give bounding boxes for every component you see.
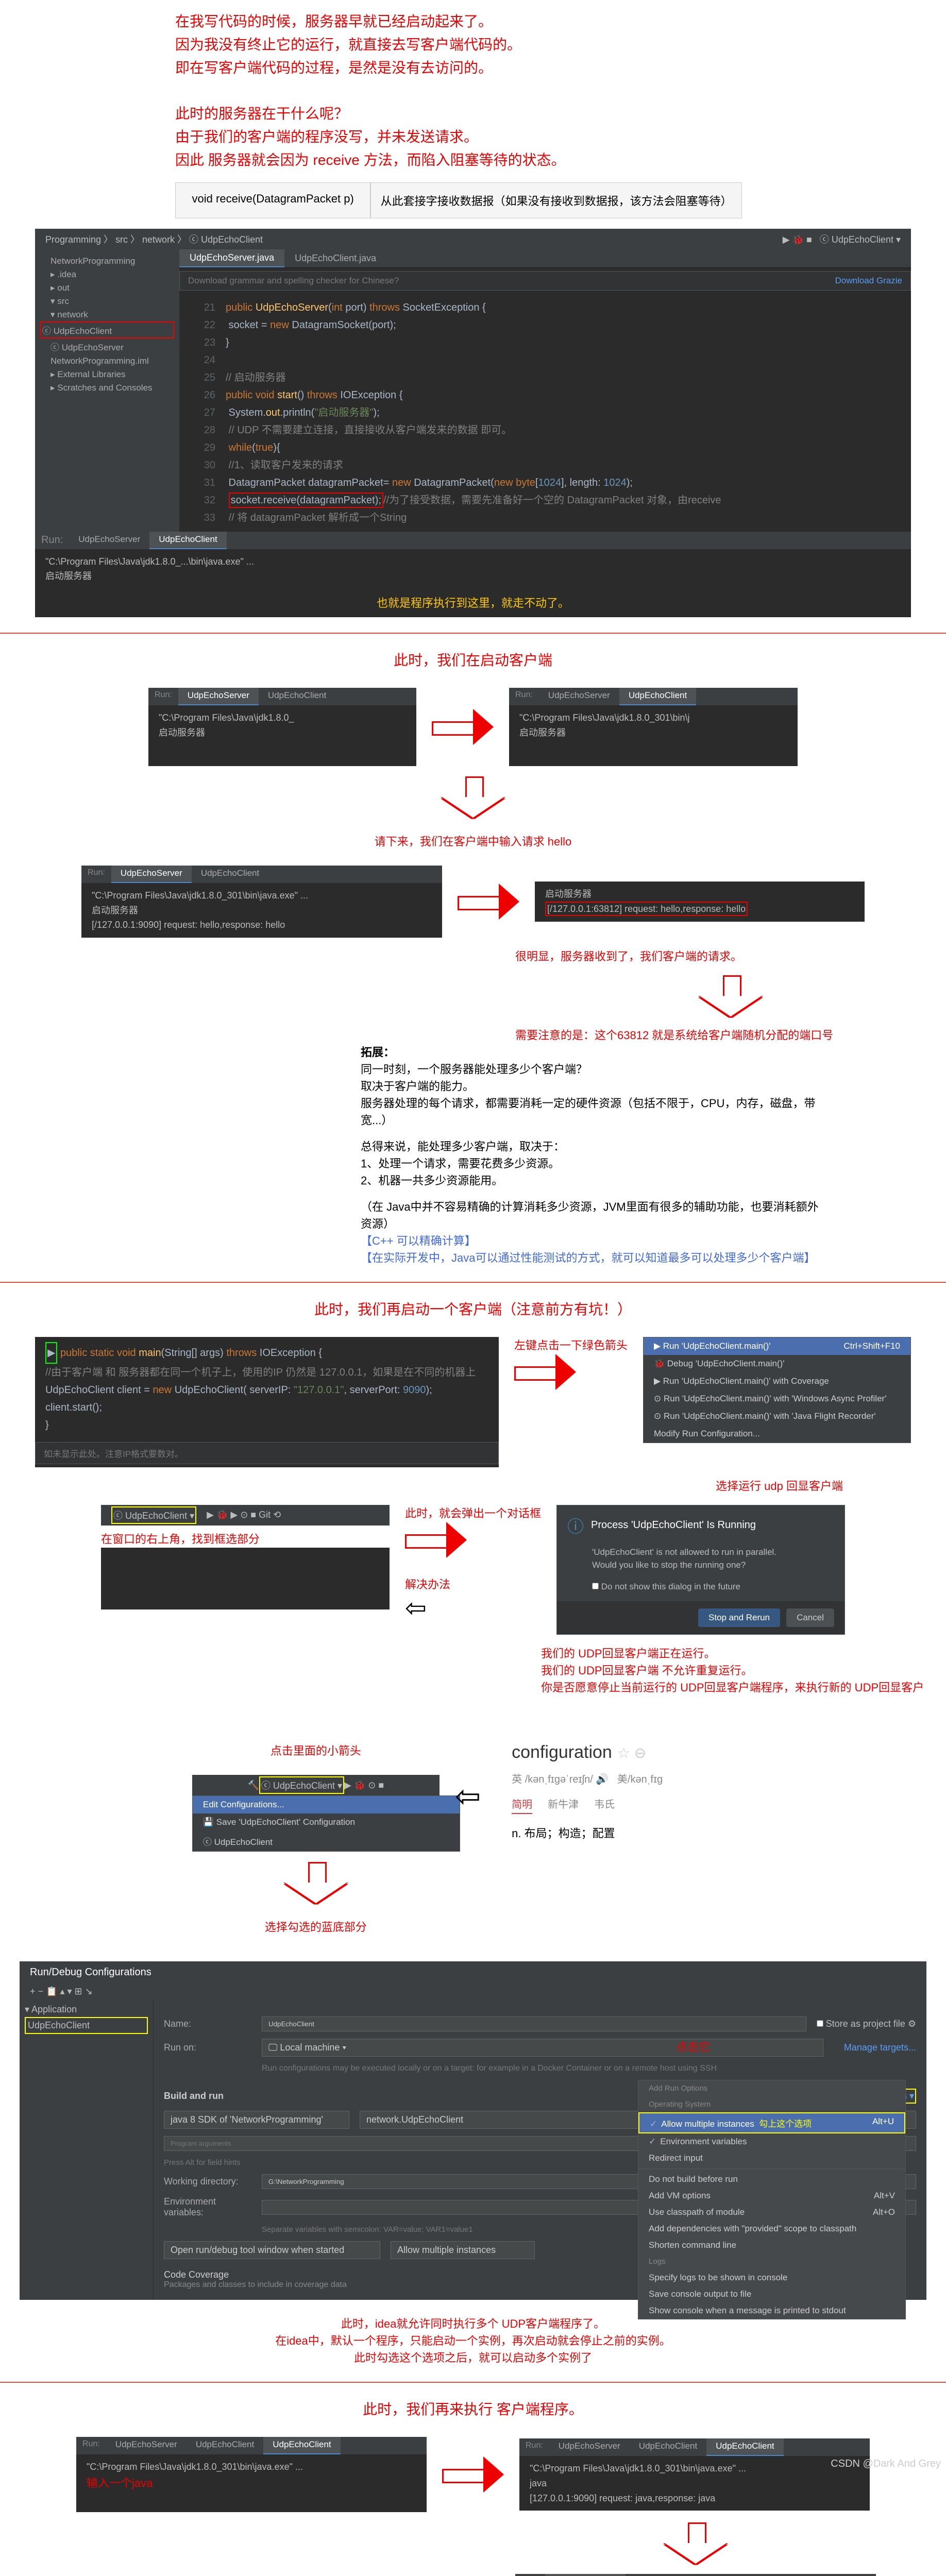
menu-jfr: ⊙ Run 'UdpEchoClient.main()' with 'Java … [644, 1408, 910, 1425]
ide-breadcrumb: Programming 〉 src 〉 network 〉 ⓒ UdpEchoC… [35, 229, 911, 249]
console-d: 启动服务器 [/127.0.0.1:63812] request: hello,… [535, 882, 865, 922]
arrow-down-icon [695, 975, 767, 1016]
run-config-window: Run/Debug Configurations + − 📋 ▴ ▾ ⊞ ↘ ▾… [20, 1961, 926, 2300]
arrow-icon [405, 1522, 467, 1558]
step3-title: 请下来，我们在客户端中输入请求 hello [0, 833, 946, 850]
watermark: CSDN @Dark And Grey [831, 2458, 941, 2470]
arrow-icon [514, 1354, 576, 1390]
arrow-icon [442, 2456, 504, 2493]
console-client-b: "C:\Program Files\Java\jdk1.8.0_301\bin\… [509, 705, 798, 766]
arrow-down-icon [280, 1862, 352, 1903]
save-config: 💾 Save 'UdpEchoClient' Configuration [193, 1814, 460, 1831]
code-editor[interactable]: 21public UdpEchoServer(int port) throws … [179, 294, 911, 532]
menu-profiler: ⊙ Run 'UdpEchoClient.main()' with 'Windo… [644, 1390, 910, 1408]
method-desc: 从此套接字接收数据报（如果没有接收到数据报，该方法会阻塞等待） [370, 182, 742, 218]
caption-block: 我们的 UDP回显客户端正在运行。 我们的 UDP回显客户端 不允许重复运行。 … [541, 1645, 946, 1696]
toolbar-dropdown[interactable]: 🔨 ⓒ UdpEchoClient ▾ ▶ 🐞 ⊙ ■ [192, 1775, 440, 1795]
menu-coverage: ▶ Run 'UdpEchoClient.main()' with Covera… [644, 1372, 910, 1390]
ide-window: Programming 〉 src 〉 network 〉 ⓒ UdpEchoC… [35, 229, 911, 618]
running-dialog: ⓘProcess 'UdpEchoClient' Is Running 'Udp… [556, 1505, 845, 1635]
menu-run: ▶ Run 'UdpEchoClient.main()'Ctrl+Shift+F… [644, 1337, 910, 1355]
edit-config: Edit Configurations... [193, 1796, 460, 1814]
info-icon: ⓘ [567, 1514, 584, 1537]
step5-title: 此时，我们再来执行 客户端程序。 [0, 2398, 946, 2421]
ide-toolbar[interactable]: ⓒ UdpEchoClient ▾ ▶ 🐞 ▶ ⊙ ■ Git ⟲ [101, 1505, 390, 1526]
arrow-down-icon [660, 2522, 732, 2564]
ide-code-2: ▶ public static void main(String[] args)… [35, 1337, 499, 1467]
menu-modify: Modify Run Configuration... [644, 1425, 910, 1443]
tab-client[interactable]: UdpEchoClient.java [284, 249, 386, 267]
project-tree[interactable]: NetworkProgramming ▸ .idea ▸ out ▾ src ▾… [35, 249, 179, 532]
run-gutter-icon[interactable]: ▶ [45, 1342, 57, 1364]
console-c: "C:\Program Files\Java\jdk1.8.0_301\bin\… [81, 883, 442, 938]
console-f: "C:\Program Files\Java\jdk1.8.0_301\bin\… [519, 2456, 870, 2511]
star-icon[interactable]: ☆ ⊖ [617, 1745, 646, 1761]
dont-show-checkbox[interactable] [592, 1583, 599, 1589]
grammar-hint[interactable]: Download grammar and spelling checker fo… [179, 271, 911, 291]
expand-block: 拓展： 同一时刻，一个服务器能处理多少个客户端？ 取决于客户端的能力。 服务器处… [361, 1044, 824, 1266]
arrow-icon [458, 884, 519, 920]
menu-debug: 🐞 Debug 'UdpEchoClient.main()' [644, 1355, 910, 1372]
cancel-button[interactable]: Cancel [786, 1608, 834, 1627]
stop-rerun-button[interactable]: Stop and Rerun [698, 1608, 780, 1627]
editor-tabs[interactable]: UdpEchoServer.java UdpEchoClient.java [179, 249, 911, 268]
caption: 需要注意的是：这个63812 就是系统给客户端随机分配的端口号 [515, 1027, 946, 1044]
name-field[interactable] [262, 2016, 806, 2031]
run-console: "C:\Program Files\Java\jdk1.8.0_...\bin\… [35, 549, 911, 618]
arrow-down-icon [437, 776, 509, 818]
config-tree[interactable]: ▾ Application UdpEchoClient [20, 1999, 154, 2300]
console-e: "C:\Program Files\Java\jdk1.8.0_301\bin\… [76, 2454, 427, 2512]
intro-text: 在我写代码的时候，服务器早就已经启动起来了。 因为我没有终止它的运行，就直接去写… [175, 10, 742, 172]
method-table: void receive(DatagramPacket p) 从此套接字接收数据… [175, 182, 742, 218]
caption-block: 此时，idea就允许同时执行多个 UDP客户端程序了。 在idea中，默认一个程… [0, 2315, 946, 2366]
config-item: ⓒ UdpEchoClient [193, 1831, 460, 1851]
console-server-a: "C:\Program Files\Java\jdk1.8.0_启动服务器 [148, 705, 416, 766]
arrow-icon [432, 709, 494, 745]
tab-server[interactable]: UdpEchoServer.java [179, 249, 284, 267]
step4-title: 此时，我们再启动一个客户端（注意前方有坑！） [0, 1298, 946, 1321]
run-context-menu[interactable]: ▶ Run 'UdpEchoClient.main()'Ctrl+Shift+F… [643, 1337, 911, 1443]
arrow-left-icon: ⇦ [455, 1778, 481, 1815]
add-run-options-menu[interactable]: Add Run Options Operating System ✓Allow … [638, 2080, 906, 2319]
step2-title: 此时，我们在启动客户端 [0, 649, 946, 672]
caption: 很明显，服务器收到了，我们客户端的请求。 [515, 948, 946, 965]
run-tabs[interactable]: Run: UdpEchoServer UdpEchoClient [35, 532, 911, 549]
dictionary-card: configuration☆ ⊖ 英 /kənˌfɪɡəˈreɪʃn/ 🔊 美/… [496, 1727, 754, 1856]
config-dropdown-menu[interactable]: Edit Configurations... 💾 Save 'UdpEchoCl… [192, 1795, 460, 1852]
method-sig: void receive(DatagramPacket p) [175, 182, 370, 218]
